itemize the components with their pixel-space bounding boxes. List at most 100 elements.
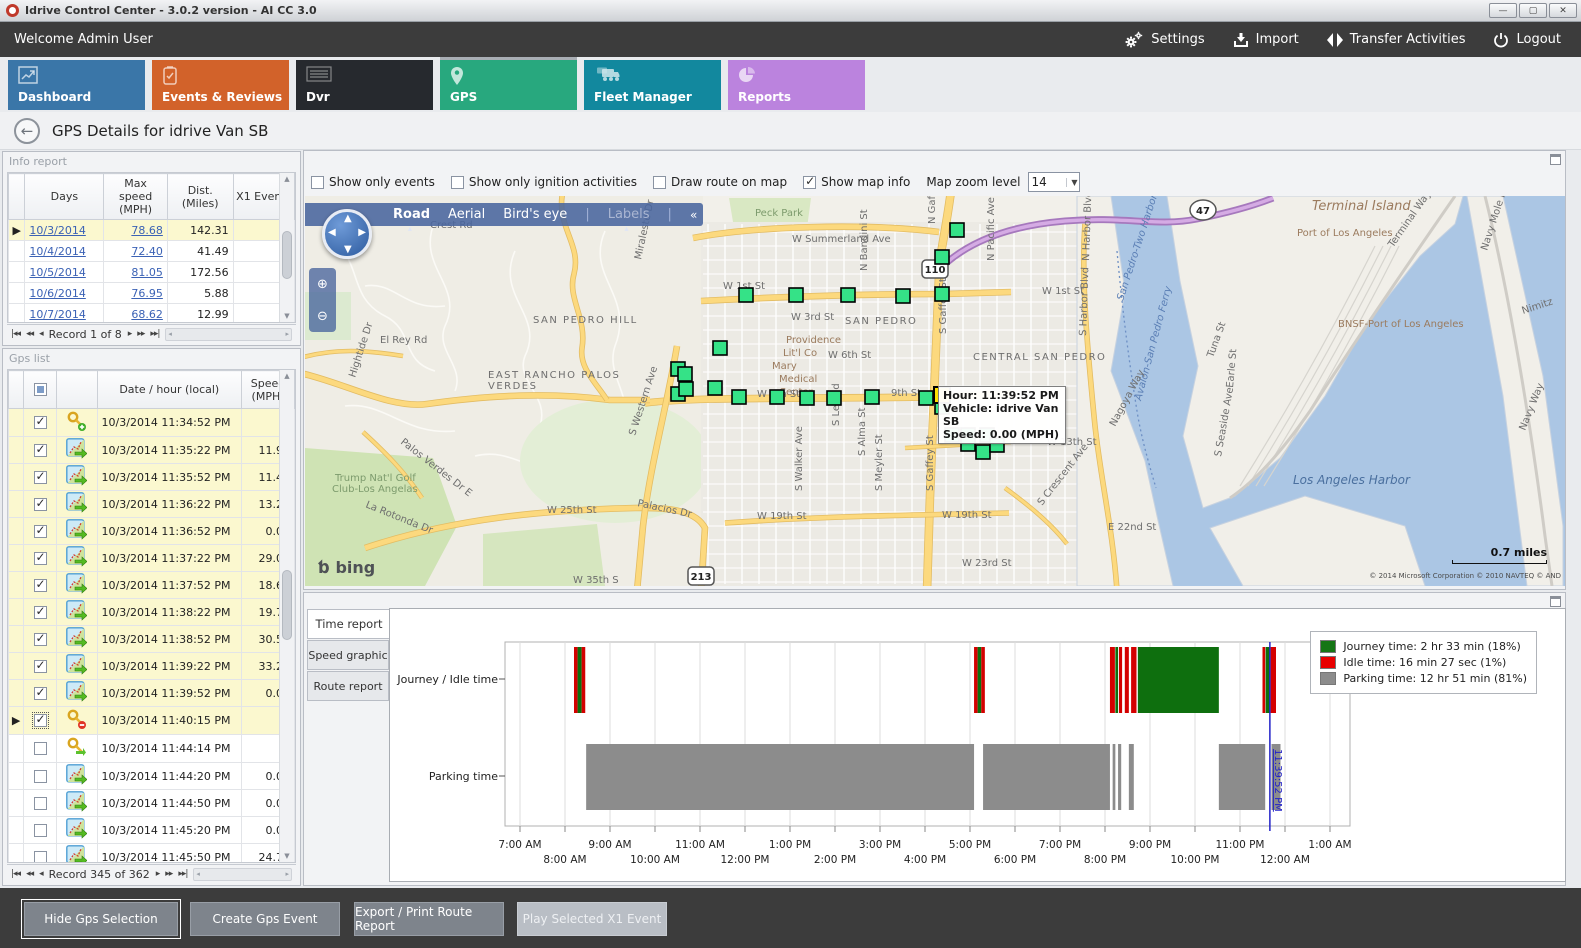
row-checkbox[interactable]: [34, 552, 47, 565]
gps-marker[interactable]: [976, 445, 990, 459]
map-option-show-map-info[interactable]: Show map info: [803, 175, 910, 189]
gps-marker[interactable]: [950, 223, 964, 237]
gps-row[interactable]: 10/3/2014 11:44:20 PM0.00: [9, 763, 295, 790]
collapse-navbar-icon[interactable]: «: [690, 208, 697, 222]
tab-fleet-manager[interactable]: Fleet Manager: [584, 60, 721, 110]
column-header[interactable]: Days: [25, 174, 104, 220]
row-checkbox[interactable]: [34, 606, 47, 619]
action-logout[interactable]: Logout: [1493, 32, 1561, 48]
checkbox[interactable]: [311, 176, 324, 189]
table-row[interactable]: ▶10/3/201478.68142.310: [9, 220, 295, 241]
prev-page-icon[interactable]: ◂◂: [26, 329, 33, 339]
checkbox[interactable]: [803, 176, 816, 189]
next-page-icon[interactable]: ▸▸: [137, 329, 144, 339]
export-print-route-report-button[interactable]: Export / Print Route Report: [354, 902, 504, 936]
action-transfer-activities[interactable]: Transfer Activities: [1327, 31, 1466, 49]
map-option-draw-route-on-map[interactable]: Draw route on map: [653, 175, 787, 189]
map-zoom-select[interactable]: 14▼: [1028, 172, 1080, 192]
select-all-header[interactable]: [24, 371, 57, 409]
map-compass-control[interactable]: ▲ ▼ ◀ ▶: [322, 209, 372, 259]
gps-row[interactable]: 10/3/2014 11:37:22 PM29.05: [9, 545, 295, 572]
gps-list-scrollbar[interactable]: ▲ ▼: [279, 370, 294, 862]
tab-time-report[interactable]: Time report: [307, 609, 390, 639]
row-checkbox[interactable]: [34, 770, 47, 783]
zoom-out-icon[interactable]: ⊖: [317, 309, 328, 324]
gps-row[interactable]: 10/3/2014 11:39:52 PM0.00: [9, 680, 295, 707]
row-checkbox[interactable]: [34, 498, 47, 511]
first-record-icon[interactable]: |◂◂: [11, 869, 20, 879]
gps-marker[interactable]: [919, 391, 933, 405]
prev-record-icon[interactable]: ◂: [39, 869, 43, 879]
gps-row[interactable]: 10/3/2014 11:34:52 PM: [9, 409, 295, 437]
next-record-icon[interactable]: ▸: [128, 329, 132, 339]
prev-record-icon[interactable]: ◂: [39, 329, 43, 339]
maximize-icon[interactable]: ▢: [1519, 3, 1547, 18]
create-gps-event-button[interactable]: Create Gps Event: [190, 902, 340, 936]
gps-row[interactable]: 10/3/2014 11:44:14 PM: [9, 735, 295, 763]
checkbox[interactable]: [451, 176, 464, 189]
gps-row[interactable]: 10/3/2014 11:44:50 PM0.00: [9, 790, 295, 817]
gps-marker[interactable]: [789, 288, 803, 302]
map-style-birdseye[interactable]: Bird's eye: [503, 207, 567, 222]
row-checkbox[interactable]: [34, 471, 47, 484]
tab-route-report[interactable]: Route report: [307, 671, 389, 701]
row-checkbox[interactable]: [34, 714, 47, 727]
gps-marker[interactable]: [713, 341, 727, 355]
row-checkbox[interactable]: [34, 797, 47, 810]
map-option-show-only-events[interactable]: Show only events: [311, 175, 435, 189]
select-all-checkbox[interactable]: [34, 383, 47, 396]
table-row[interactable]: 10/4/201472.4041.491: [9, 241, 295, 262]
column-header[interactable]: Max speed (MPH): [104, 174, 168, 220]
row-checkbox[interactable]: [34, 416, 47, 429]
gps-row[interactable]: 10/3/2014 11:45:50 PM24.75: [9, 844, 295, 864]
column-header[interactable]: Date / hour (local): [97, 371, 242, 409]
gps-marker[interactable]: [896, 289, 910, 303]
maximize-panel-icon[interactable]: [1550, 596, 1561, 607]
checkbox[interactable]: [653, 176, 666, 189]
gps-row[interactable]: 10/3/2014 11:36:52 PM0.00: [9, 518, 295, 545]
tab-speed-graphic[interactable]: Speed graphic: [307, 640, 389, 670]
max-speed-link[interactable]: 68.62: [131, 308, 163, 321]
max-speed-link[interactable]: 81.05: [131, 266, 163, 279]
action-settings[interactable]: Settings: [1124, 31, 1204, 49]
last-record-icon[interactable]: ▸▸|: [178, 869, 187, 879]
hide-gps-selection-button[interactable]: Hide Gps Selection: [24, 902, 178, 936]
row-checkbox[interactable]: [34, 742, 47, 755]
back-button[interactable]: ←: [14, 118, 40, 144]
gps-row[interactable]: 10/3/2014 11:38:52 PM30.55: [9, 626, 295, 653]
action-import[interactable]: Import: [1233, 32, 1299, 48]
day-link[interactable]: 10/3/2014: [29, 224, 85, 237]
map-style-aerial[interactable]: Aerial: [448, 207, 485, 222]
gps-row[interactable]: ▶10/3/2014 11:40:15 PM: [9, 707, 295, 735]
column-header[interactable]: Dist. (Miles): [167, 174, 233, 220]
map-style-labels[interactable]: Labels: [608, 207, 650, 222]
gps-row[interactable]: 10/3/2014 11:35:22 PM11.97: [9, 437, 295, 464]
max-speed-link[interactable]: 72.40: [131, 245, 163, 258]
pan-up-icon[interactable]: ▲: [344, 213, 352, 224]
gps-row[interactable]: 10/3/2014 11:37:52 PM18.63: [9, 572, 295, 599]
tab-gps[interactable]: GPS: [440, 57, 577, 110]
row-checkbox[interactable]: [34, 444, 47, 457]
tab-reports[interactable]: Reports: [728, 60, 865, 110]
gps-row[interactable]: 10/3/2014 11:36:22 PM13.28: [9, 491, 295, 518]
row-checkbox[interactable]: [34, 525, 47, 538]
pan-down-icon[interactable]: ▼: [344, 244, 352, 255]
row-checkbox[interactable]: [34, 687, 47, 700]
gps-marker[interactable]: [800, 391, 814, 405]
gps-row[interactable]: 10/3/2014 11:35:52 PM11.47: [9, 464, 295, 491]
map[interactable]: 11047213Peck ParkCrest RdW Summerland Av…: [305, 196, 1565, 586]
row-checkbox[interactable]: [34, 824, 47, 837]
bing-map-canvas[interactable]: 11047213Peck ParkCrest RdW Summerland Av…: [305, 196, 1565, 586]
gps-marker[interactable]: [679, 382, 693, 396]
gps-marker[interactable]: [841, 288, 855, 302]
row-checkbox[interactable]: [34, 851, 47, 863]
first-record-icon[interactable]: |◂◂: [11, 329, 20, 339]
map-style-road[interactable]: Road: [393, 207, 430, 222]
horizontal-scrollbar[interactable]: ◂▸: [165, 328, 292, 341]
gps-marker[interactable]: [739, 288, 753, 302]
gps-marker[interactable]: [770, 390, 784, 404]
gps-row[interactable]: 10/3/2014 11:39:22 PM33.21: [9, 653, 295, 680]
max-speed-link[interactable]: 78.68: [131, 224, 163, 237]
info-report-scrollbar[interactable]: ▲ ▼: [279, 173, 294, 322]
gps-marker[interactable]: [708, 381, 722, 395]
